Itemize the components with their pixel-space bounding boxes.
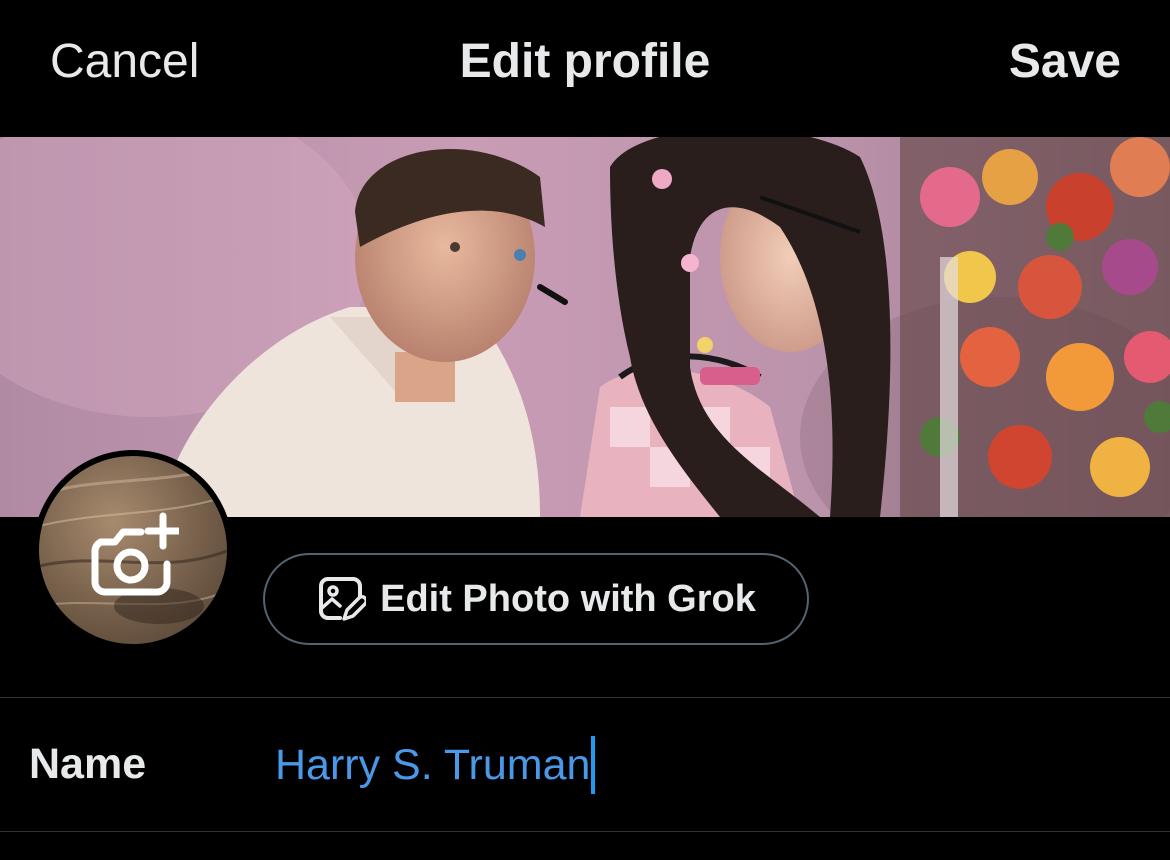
header-bar: Cancel Edit profile Save (0, 0, 1170, 137)
divider (0, 831, 1170, 832)
page-title: Edit profile (459, 35, 711, 88)
camera-plus-icon (91, 512, 179, 596)
edit-profile-screen: Cancel Edit profile Save Edit Photo with… (0, 0, 1170, 860)
edit-photo-with-grok-button[interactable]: Edit Photo with Grok (263, 553, 809, 645)
flower-arrangement (900, 137, 1170, 517)
name-input[interactable]: Harry S. Truman (275, 735, 596, 795)
avatar[interactable] (33, 450, 233, 650)
divider (0, 697, 1170, 698)
image-edit-icon (319, 577, 367, 621)
save-button[interactable]: Save (1009, 34, 1121, 89)
edit-photo-with-grok-label: Edit Photo with Grok (380, 577, 756, 620)
name-input-value: Harry S. Truman (275, 740, 591, 789)
name-field-label: Name (29, 740, 147, 788)
text-caret (591, 736, 596, 794)
